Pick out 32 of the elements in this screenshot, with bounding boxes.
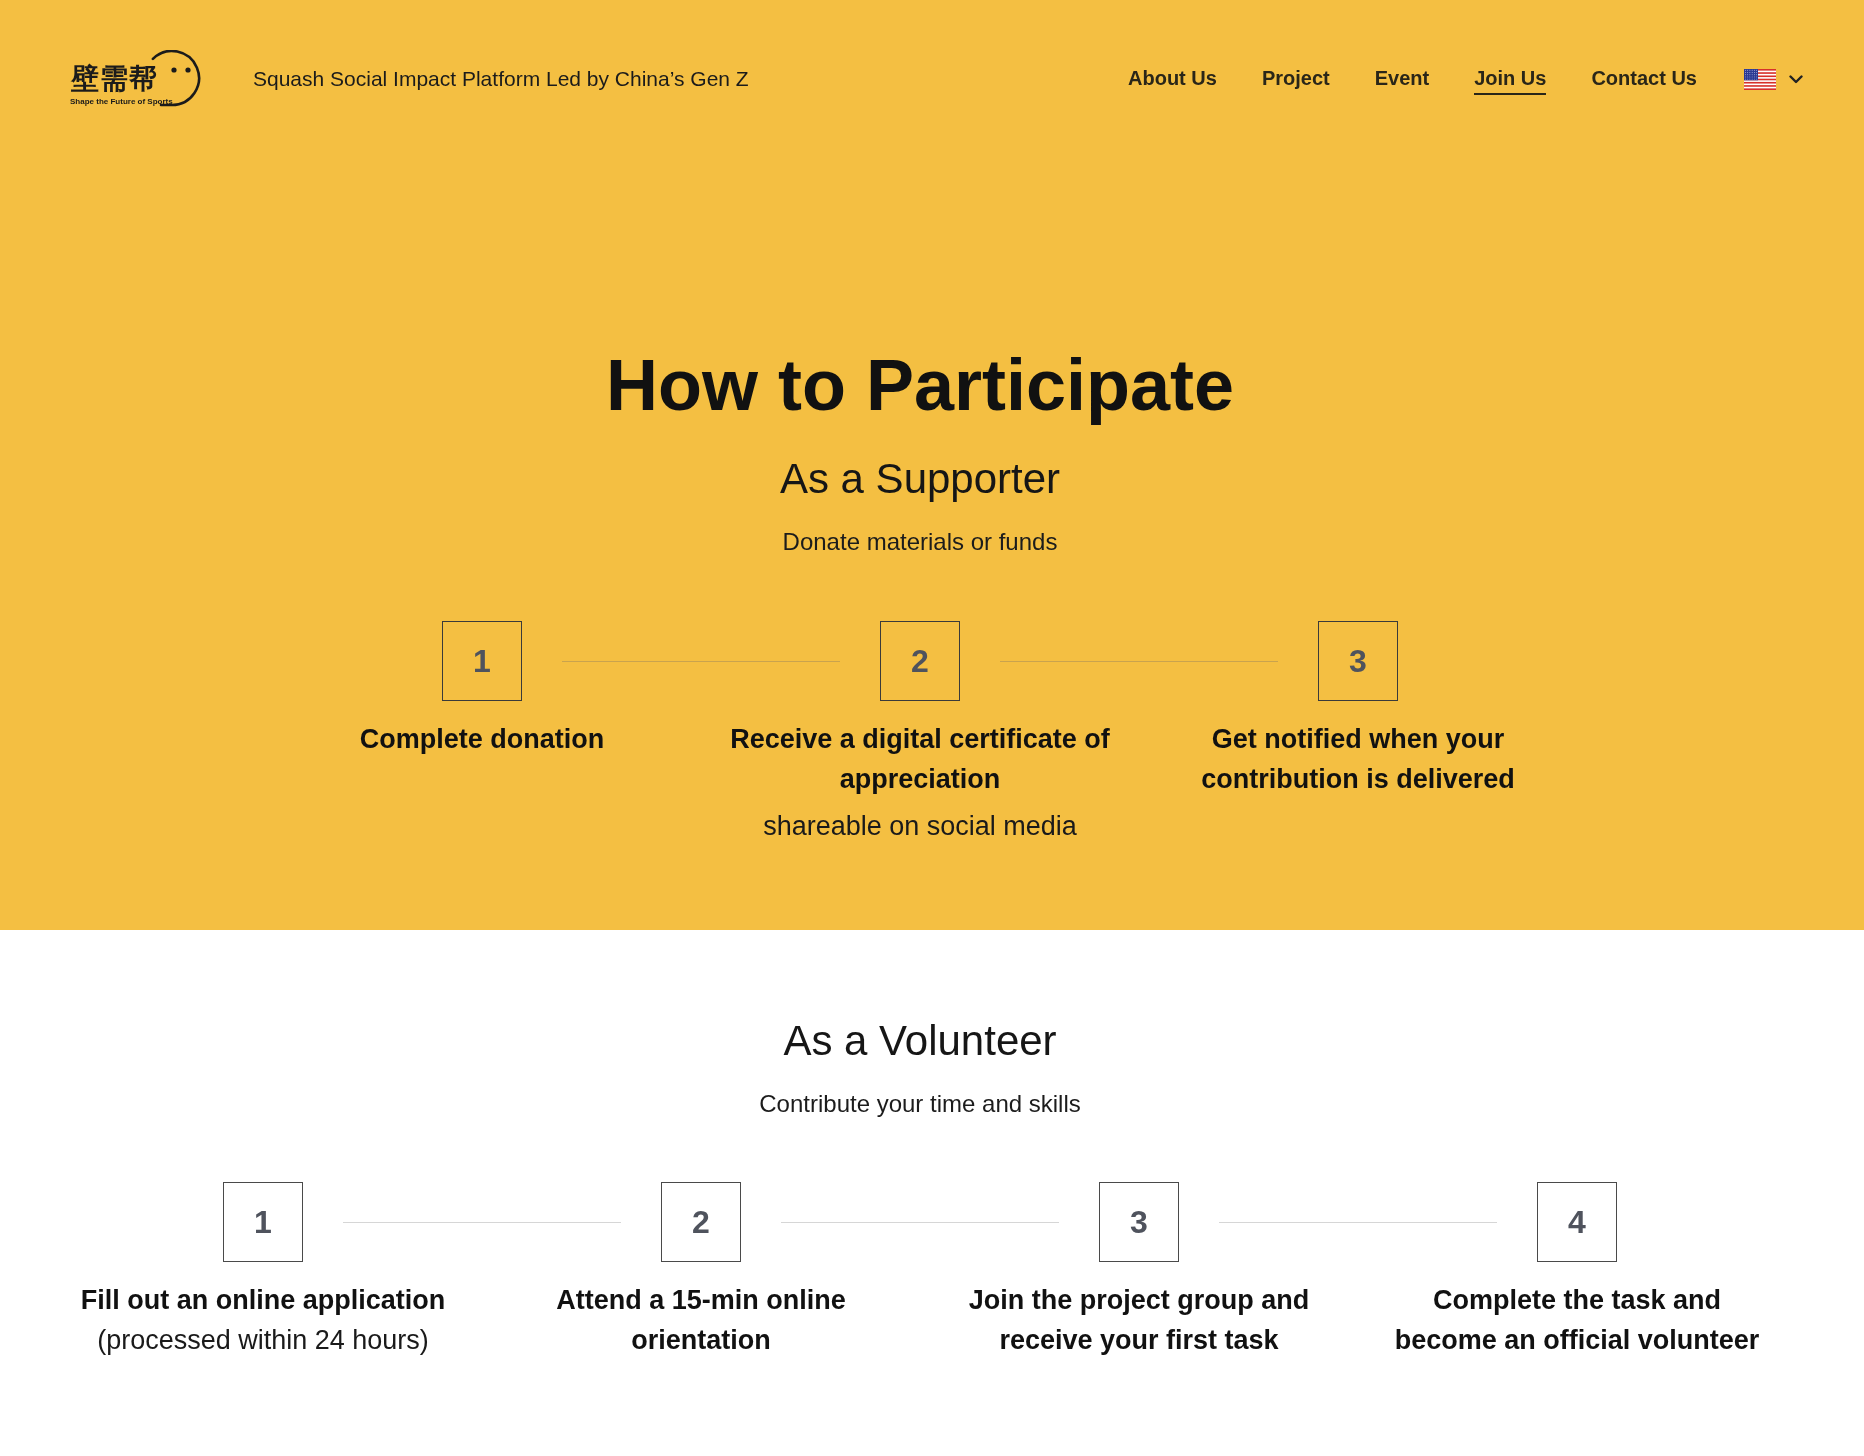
step-title: Complete the task and become an official volunteer <box>1393 1284 1761 1357</box>
site-tagline: Squash Social Impact Platform Led by China’s Gen Z <box>253 67 749 91</box>
step-title: Fill out an online application <box>80 1284 446 1317</box>
logo-wordmark: 壁需帮 <box>71 64 158 94</box>
step-number: 4 <box>1537 1182 1617 1262</box>
step-title: Attend a 15-min online orientation <box>555 1284 847 1357</box>
flag-icon <box>1744 68 1776 90</box>
step-number: 2 <box>661 1182 741 1262</box>
step-note: shareable on social media <box>763 810 1077 843</box>
section-heading: As a Volunteer <box>783 1016 1057 1066</box>
logo-slogan: Shape the Future of Sports <box>70 97 173 106</box>
step-note: (processed within 24 hours) <box>97 1324 429 1357</box>
nav-link[interactable]: Join Us <box>1474 63 1547 95</box>
step-number: 1 <box>223 1182 303 1262</box>
chevron-down-icon <box>1789 74 1803 84</box>
language-selector[interactable] <box>1744 68 1803 90</box>
section-heading: As a Supporter <box>779 454 1061 504</box>
step-title: Complete donation <box>359 723 605 756</box>
step-number: 2 <box>880 621 960 701</box>
nav-link[interactable]: Contact Us <box>1591 63 1697 95</box>
nav-link[interactable]: Event <box>1374 63 1430 95</box>
step-number: 1 <box>442 621 522 701</box>
page-title: How to Participate <box>604 344 1236 427</box>
step-number: 3 <box>1099 1182 1179 1262</box>
nav-link[interactable]: About Us <box>1128 63 1217 95</box>
step-number: 3 <box>1318 621 1398 701</box>
step-title: Get notified when your contribution is delivered <box>1200 723 1516 796</box>
step-title: Receive a digital certificate of appreciation <box>729 723 1111 796</box>
step-title: Join the project group and receive your first task <box>967 1284 1311 1357</box>
section-subheading: Donate materials or funds <box>782 527 1058 557</box>
nav-link[interactable]: Project <box>1261 63 1330 95</box>
section-subheading: Contribute your time and skills <box>759 1089 1081 1119</box>
